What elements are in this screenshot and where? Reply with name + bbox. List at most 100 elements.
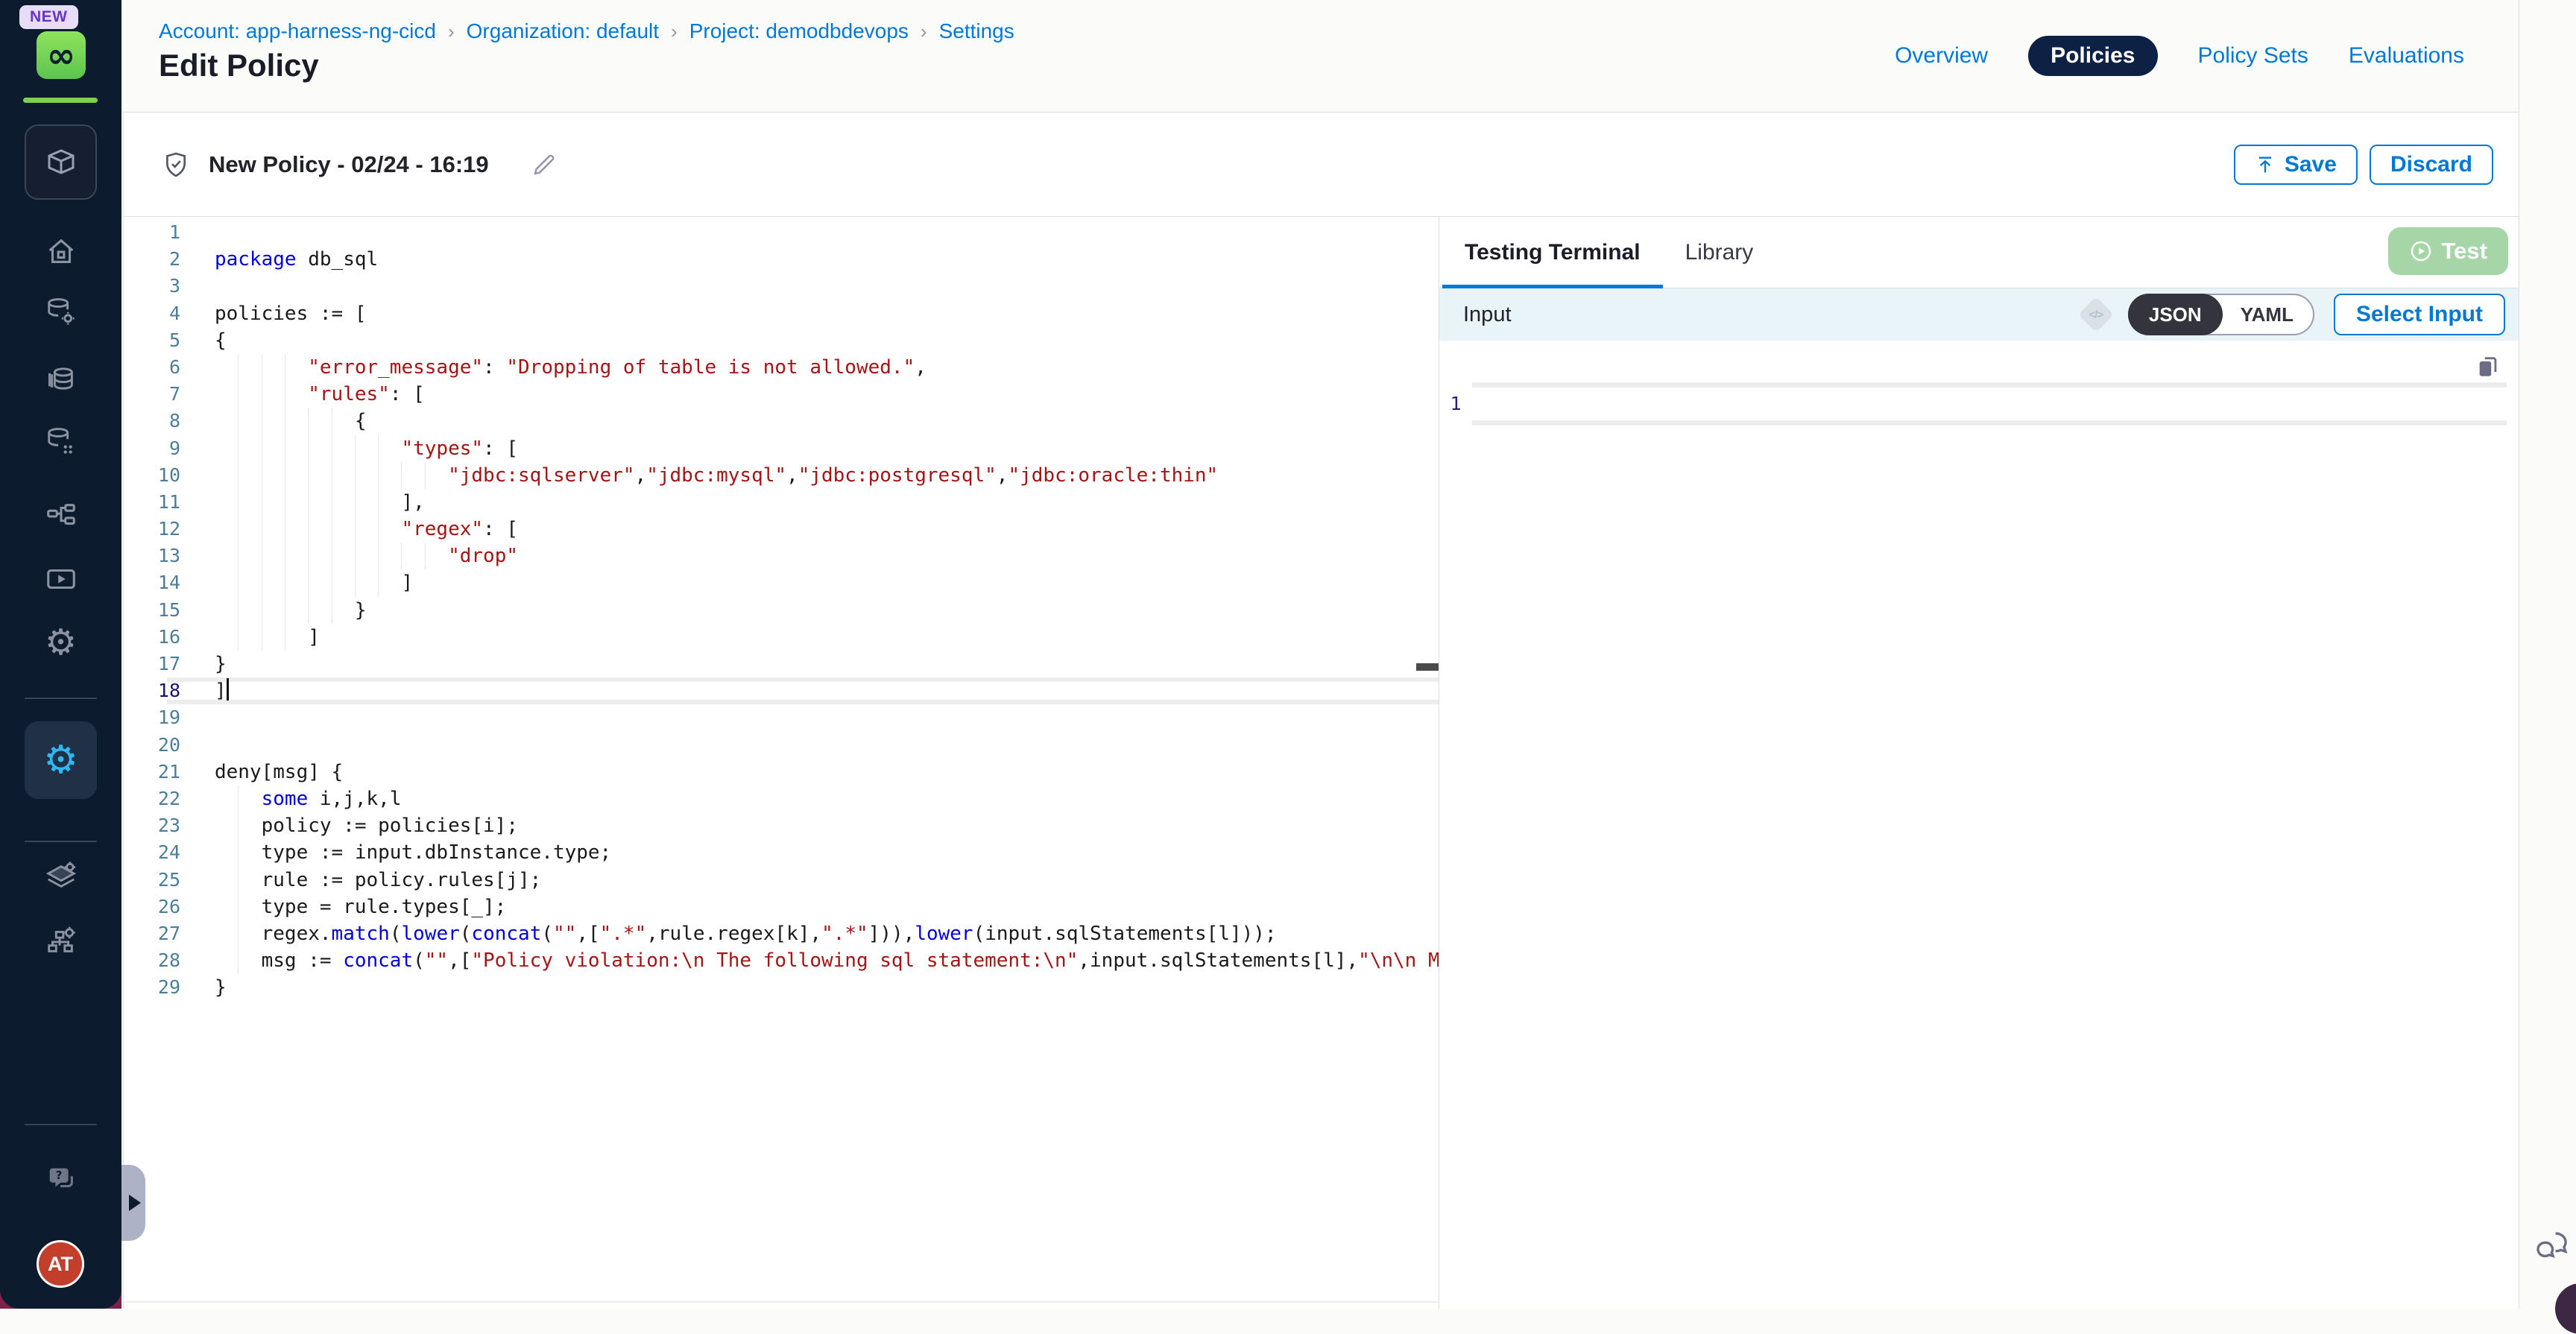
sidebar-item-home[interactable] [0,235,121,269]
code-line-content[interactable]: policy := policies[i]; [215,812,1439,839]
code-line[interactable]: 20 [124,732,1439,759]
code-line-content[interactable]: ], [215,489,1439,516]
sidebar-item-db-schemas[interactable] [0,361,121,396]
sidebar-module-button[interactable] [25,124,97,200]
code-line[interactable]: 15 } [124,597,1439,624]
code-line-content[interactable]: package db_sql [215,246,1439,273]
code-line-content[interactable]: { [215,327,1439,354]
tab-overview[interactable]: Overview [1895,43,1988,69]
code-line-content[interactable]: type = rule.types[_]; [215,894,1439,920]
code-line[interactable]: 13 "drop" [124,543,1439,569]
sidebar-item-db-connectors[interactable] [0,424,121,458]
code-line[interactable]: 21deny[msg] { [124,759,1439,785]
breadcrumb-settings[interactable]: Settings [939,19,1014,43]
code-line[interactable]: 2package db_sql [124,246,1439,273]
code-line-content[interactable]: type := input.dbInstance.type; [215,839,1439,866]
code-line-content[interactable]: rule := policy.rules[j]; [215,867,1439,894]
sidebar-expand-handle[interactable] [121,1165,145,1241]
code-line-content[interactable]: policies := [ [215,300,1439,327]
code-line-content[interactable]: "drop" [215,543,1439,569]
chat-widget-button[interactable] [2555,1283,2576,1334]
breadcrumb-account[interactable]: Account: app-harness-ng-cicd [159,19,436,43]
code-line-content[interactable]: "regex": [ [215,516,1439,543]
code-line[interactable]: 12 "regex": [ [124,516,1439,543]
chat-bubbles-icon[interactable] [2531,1227,2572,1267]
tab-policies-active[interactable]: Policies [2028,36,2157,76]
code-line[interactable]: 22 some i,j,k,l [124,785,1439,812]
sidebar-item-project-settings-active[interactable]: ⚙ [25,721,97,799]
code-line[interactable]: 23 policy := policies[i]; [124,812,1439,839]
edit-name-button[interactable] [531,151,558,178]
code-line[interactable]: 6 "error_message": "Dropping of table is… [124,354,1439,381]
toggle-json[interactable]: JSON [2128,294,2223,335]
code-line-content[interactable]: msg := concat("",["Policy violation:\n T… [215,947,1439,974]
infinity-icon: ∞ [47,38,75,72]
user-avatar[interactable]: AT [37,1240,84,1288]
select-input-button[interactable]: Select Input [2334,294,2505,335]
sidebar-item-executions[interactable] [0,562,121,596]
editor-scrollbar-track[interactable] [124,1301,1439,1303]
code-line-content[interactable]: ] [215,569,1439,596]
code-line-content[interactable]: regex.match(lower(concat("",[".*",rule.r… [215,920,1439,947]
code-line[interactable]: 9 "types": [ [124,435,1439,462]
input-editor-current-line[interactable] [1472,382,2507,426]
sidebar-item-account-settings[interactable] [0,923,121,958]
tab-testing-terminal[interactable]: Testing Terminal [1442,217,1663,288]
tab-policy-sets[interactable]: Policy Sets [2198,43,2308,69]
code-line[interactable]: 19 [124,704,1439,731]
code-line-content[interactable]: } [215,651,1439,677]
input-editor[interactable]: 1 [1439,341,2519,1309]
code-line-content[interactable]: "jdbc:sqlserver","jdbc:mysql","jdbc:post… [215,462,1439,489]
code-line-content[interactable]: "error_message": "Dropping of table is n… [215,354,1439,381]
code-line-content[interactable] [215,273,1439,300]
code-line[interactable]: 28 msg := concat("",["Policy violation:\… [124,947,1439,974]
code-line-content[interactable] [215,219,1439,246]
code-line-content[interactable]: "rules": [ [215,381,1439,408]
sidebar-item-org-settings[interactable] [0,859,121,894]
code-line-content[interactable] [215,704,1439,731]
sidebar-item-help[interactable]: ? [0,1163,121,1197]
sidebar-item-pipelines[interactable] [0,499,121,534]
code-line[interactable]: 1 [124,219,1439,246]
code-line[interactable]: 18] [124,677,1439,704]
code-line-content[interactable]: } [215,597,1439,624]
code-line-content[interactable]: deny[msg] { [215,759,1439,785]
code-line[interactable]: 7 "rules": [ [124,381,1439,408]
tab-evaluations[interactable]: Evaluations [2349,43,2464,69]
test-button[interactable]: Test [2388,227,2508,275]
code-line[interactable]: 14 ] [124,569,1439,596]
toggle-yaml[interactable]: YAML [2221,303,2313,326]
breadcrumb-organization[interactable]: Organization: default [467,19,659,43]
discard-button[interactable]: Discard [2370,145,2493,185]
code-line[interactable]: 4policies := [ [124,300,1439,327]
sidebar-item-db-instances[interactable] [0,294,121,329]
code-line[interactable]: 16 ] [124,624,1439,651]
code-line-content[interactable]: "types": [ [215,435,1439,462]
code-line-content[interactable]: ] [215,624,1439,651]
save-button[interactable]: Save [2234,145,2358,185]
code-line[interactable]: 17} [124,651,1439,677]
code-line[interactable]: 5{ [124,327,1439,354]
discard-label: Discard [2390,152,2472,177]
tab-library[interactable]: Library [1663,217,1776,288]
breadcrumb-project[interactable]: Project: demodbdevops [689,19,909,43]
code-line[interactable]: 29} [124,974,1439,1001]
code-line-content[interactable] [215,732,1439,759]
rego-code-editor[interactable]: 12package db_sql34policies := [5{6 "erro… [124,217,1439,1309]
harness-dbdevops-logo[interactable]: ∞ [37,31,86,79]
code-line[interactable]: 10 "jdbc:sqlserver","jdbc:mysql","jdbc:p… [124,462,1439,489]
code-line-content[interactable]: { [215,408,1439,434]
sidebar-item-settings[interactable]: ⚙ [0,625,121,660]
code-line-content[interactable]: } [215,974,1439,1001]
code-line-content[interactable]: some i,j,k,l [215,785,1439,812]
input-editor-line[interactable]: 1 [1439,382,2507,426]
code-line[interactable]: 27 regex.match(lower(concat("",[".*",rul… [124,920,1439,947]
code-line[interactable]: 11 ], [124,489,1439,516]
code-line[interactable]: 25 rule := policy.rules[j]; [124,867,1439,894]
code-line[interactable]: 26 type = rule.types[_]; [124,894,1439,920]
code-line[interactable]: 24 type := input.dbInstance.type; [124,839,1439,866]
code-line[interactable]: 8 { [124,408,1439,434]
code-line-content[interactable]: ] [215,677,1439,704]
code-line[interactable]: 3 [124,273,1439,300]
copy-icon[interactable] [2475,354,2501,379]
